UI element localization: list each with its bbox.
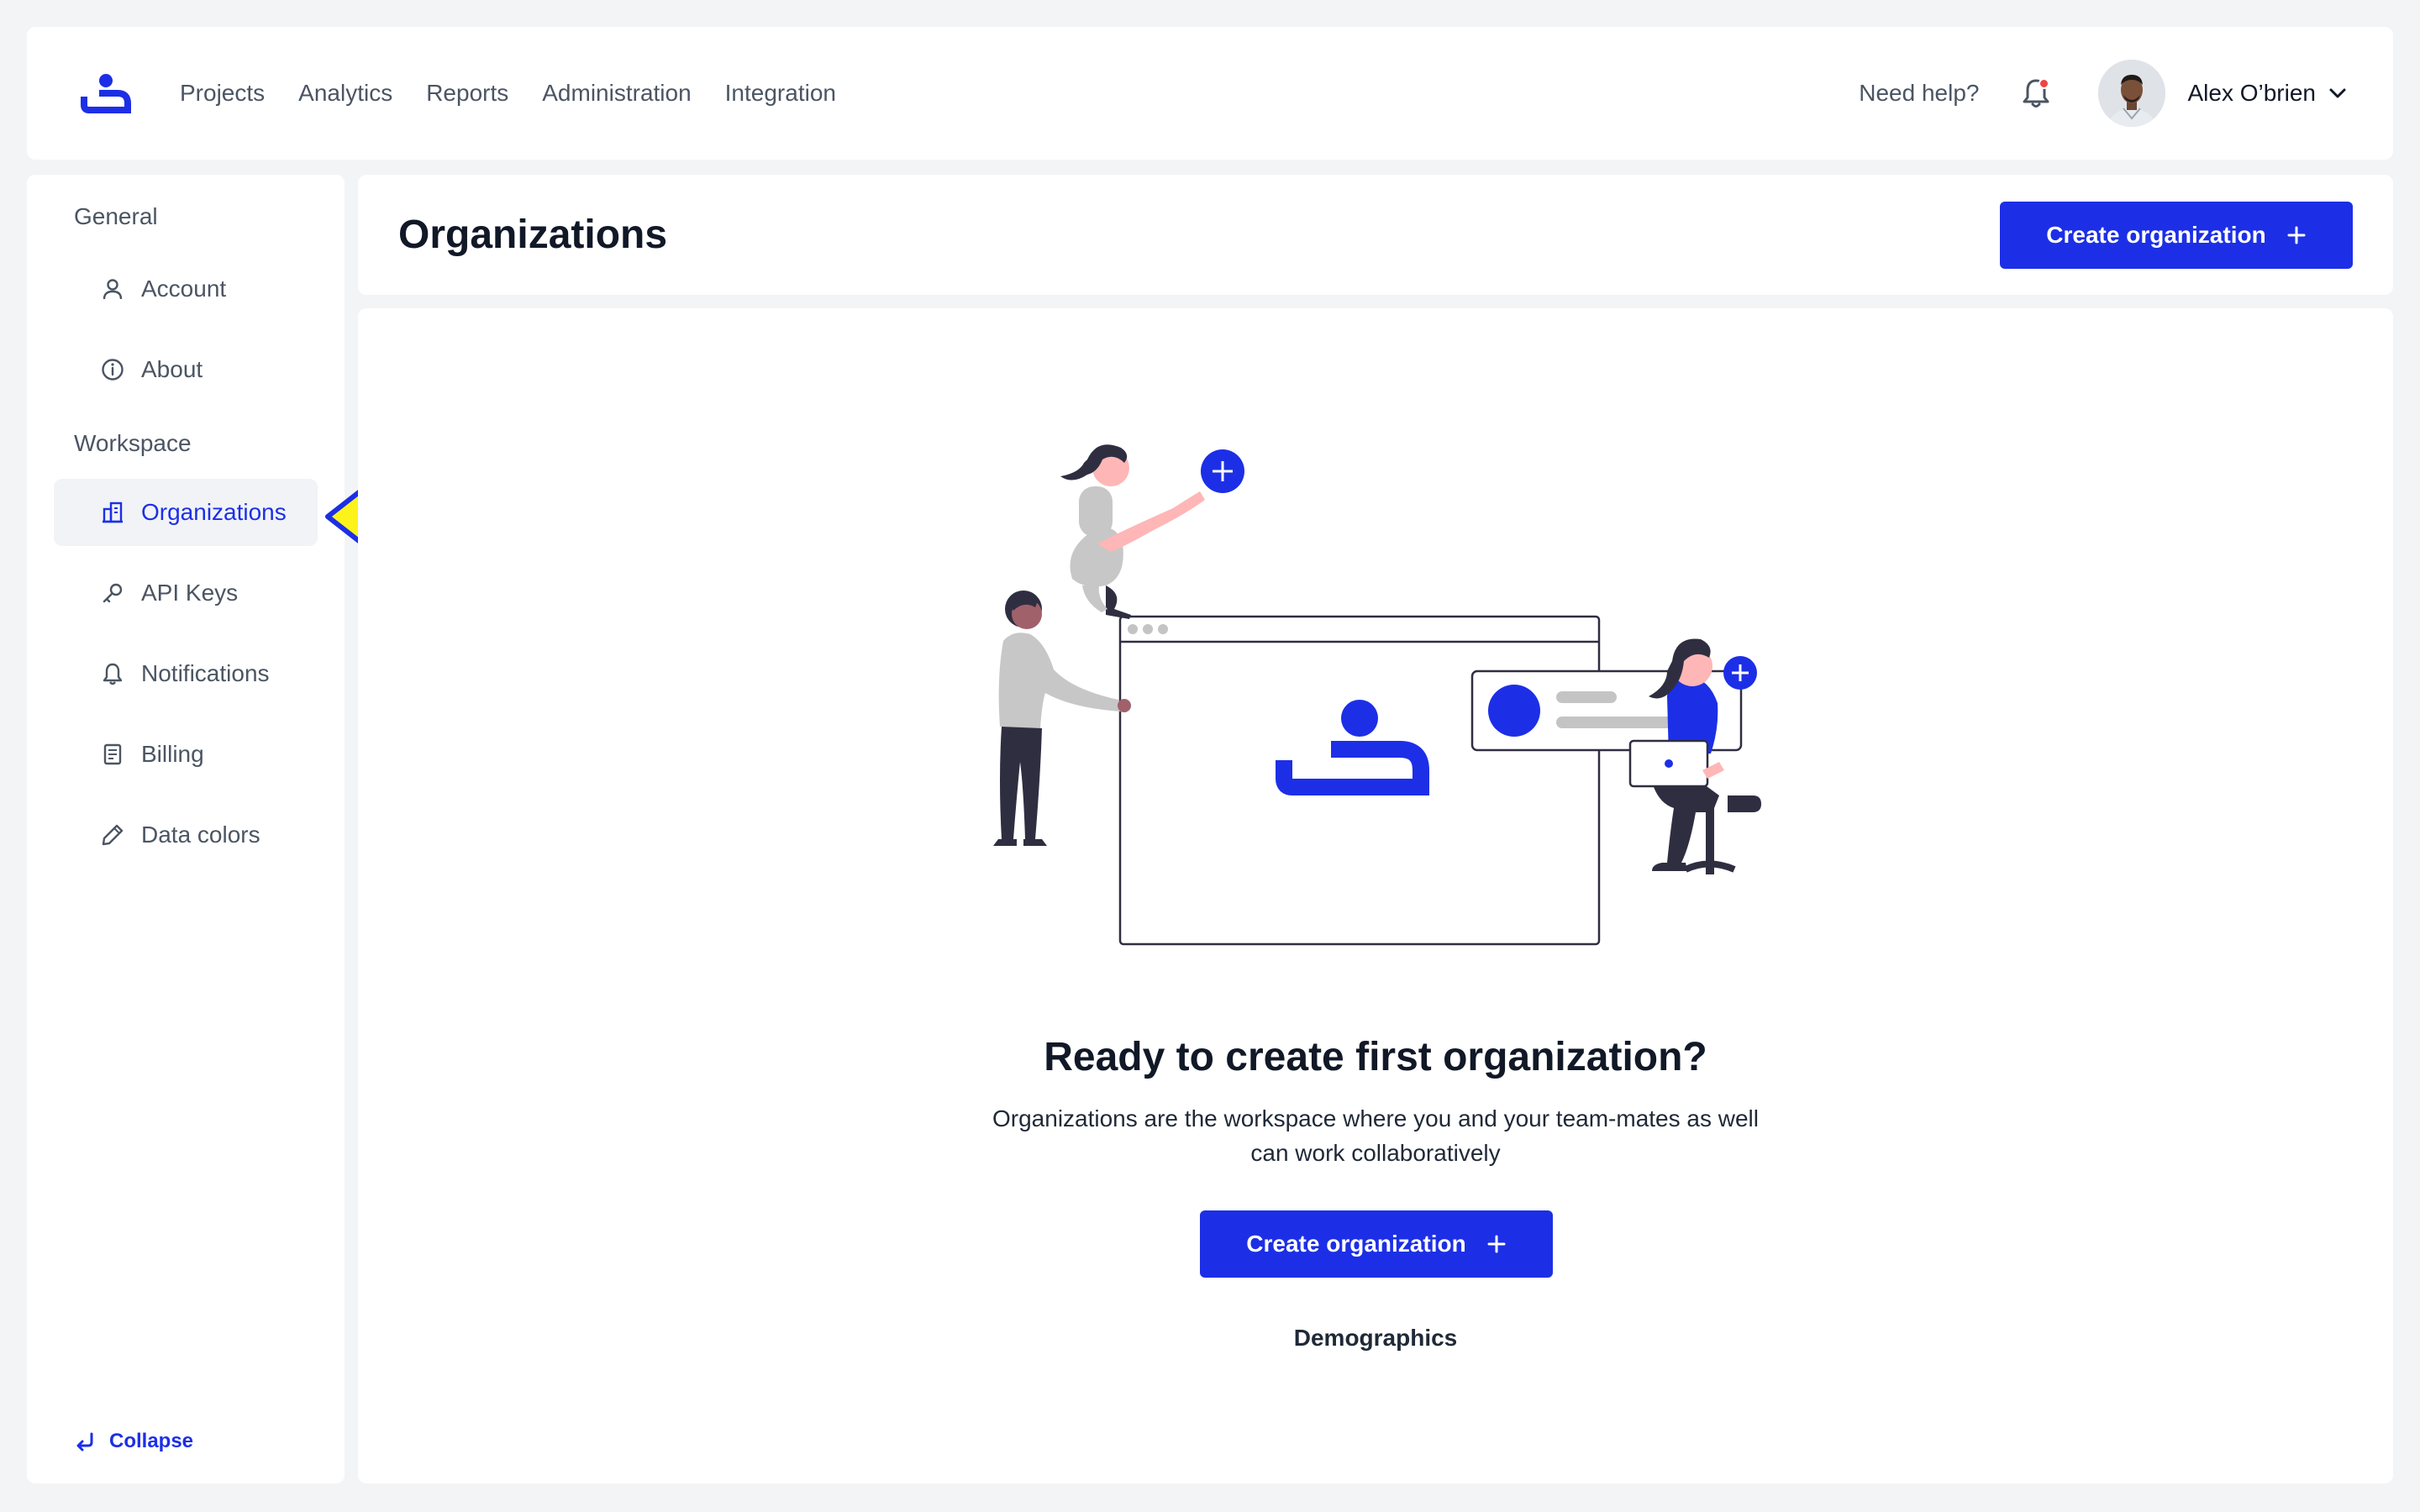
page-title: Organizations: [398, 213, 668, 257]
user-name[interactable]: Alex O’brien: [2187, 80, 2316, 107]
sidebar-item-account[interactable]: Account: [54, 255, 318, 323]
sidebar-item-label: Billing: [141, 741, 204, 767]
empty-state-description: Organizations are the workspace where yo…: [992, 1105, 1759, 1166]
sidebar-item-label: API Keys: [141, 580, 239, 606]
create-organization-cta-button[interactable]: Create organization: [1200, 1210, 1553, 1278]
top-right-group: Need help? Alex O’brien: [1859, 60, 2349, 127]
sidebar-item-data-colors[interactable]: Data colors: [54, 801, 318, 869]
section-label-workspace: Workspace: [74, 430, 192, 456]
collapse-label: Collapse: [109, 1430, 194, 1452]
create-organization-button[interactable]: Create organization: [2000, 201, 2353, 269]
plus-icon: [1487, 1235, 1506, 1253]
notifications-button[interactable]: [2019, 75, 2053, 112]
chevron-down-icon[interactable]: [2326, 81, 2349, 105]
main-nav: Projects Analytics Reports Administratio…: [180, 80, 836, 107]
sidebar-item-label: Organizations: [141, 499, 287, 525]
pen-icon: [102, 824, 124, 846]
sidebar-item-label: Data colors: [141, 822, 260, 848]
sidebar-item-about[interactable]: About: [54, 336, 318, 403]
nav-administration[interactable]: Administration: [542, 80, 691, 107]
sidebar-item-organizations[interactable]: Organizations: [54, 479, 318, 546]
sidebar-item-api-keys[interactable]: API Keys: [54, 559, 318, 627]
empty-state-card: Ready to create first organization? Orga…: [358, 308, 2393, 1483]
sidebar-item-label: About: [141, 356, 203, 382]
demographics-link[interactable]: Demographics: [358, 1325, 2393, 1352]
key-icon: [103, 583, 123, 603]
section-label-general: General: [74, 203, 158, 229]
sidebar-item-notifications[interactable]: Notifications: [54, 640, 318, 707]
create-organization-label: Create organization: [2046, 221, 2266, 248]
info-icon: [102, 359, 124, 381]
settings-sidebar: General Account About Workspace Organiza…: [27, 175, 345, 1483]
empty-state-title: Ready to create first organization?: [1044, 1035, 1707, 1079]
create-organization-cta-label: Create organization: [1246, 1231, 1466, 1257]
sidebar-item-label: Account: [141, 276, 227, 302]
sidebar-item-label: Notifications: [141, 660, 270, 686]
user-icon: [103, 279, 123, 300]
nav-projects[interactable]: Projects: [180, 80, 265, 107]
avatar[interactable]: [2098, 60, 2166, 127]
collapse-button[interactable]: Collapse: [74, 1430, 193, 1453]
sidebar-item-billing[interactable]: Billing: [54, 721, 318, 788]
receipt-icon: [103, 743, 122, 765]
nav-integration[interactable]: Integration: [725, 80, 836, 107]
team-illustration: [993, 444, 1761, 946]
logo-icon[interactable]: [79, 73, 134, 113]
nav-analytics[interactable]: Analytics: [298, 80, 392, 107]
building-icon: [103, 501, 123, 523]
nav-reports[interactable]: Reports: [426, 80, 508, 107]
bell-icon: [103, 663, 123, 685]
return-arrow-icon: [76, 1432, 93, 1452]
top-bar: Projects Analytics Reports Administratio…: [27, 27, 2393, 160]
page-header: Organizations Create organization: [358, 175, 2393, 295]
plus-icon: [2287, 226, 2306, 244]
need-help-link[interactable]: Need help?: [1859, 80, 1979, 107]
